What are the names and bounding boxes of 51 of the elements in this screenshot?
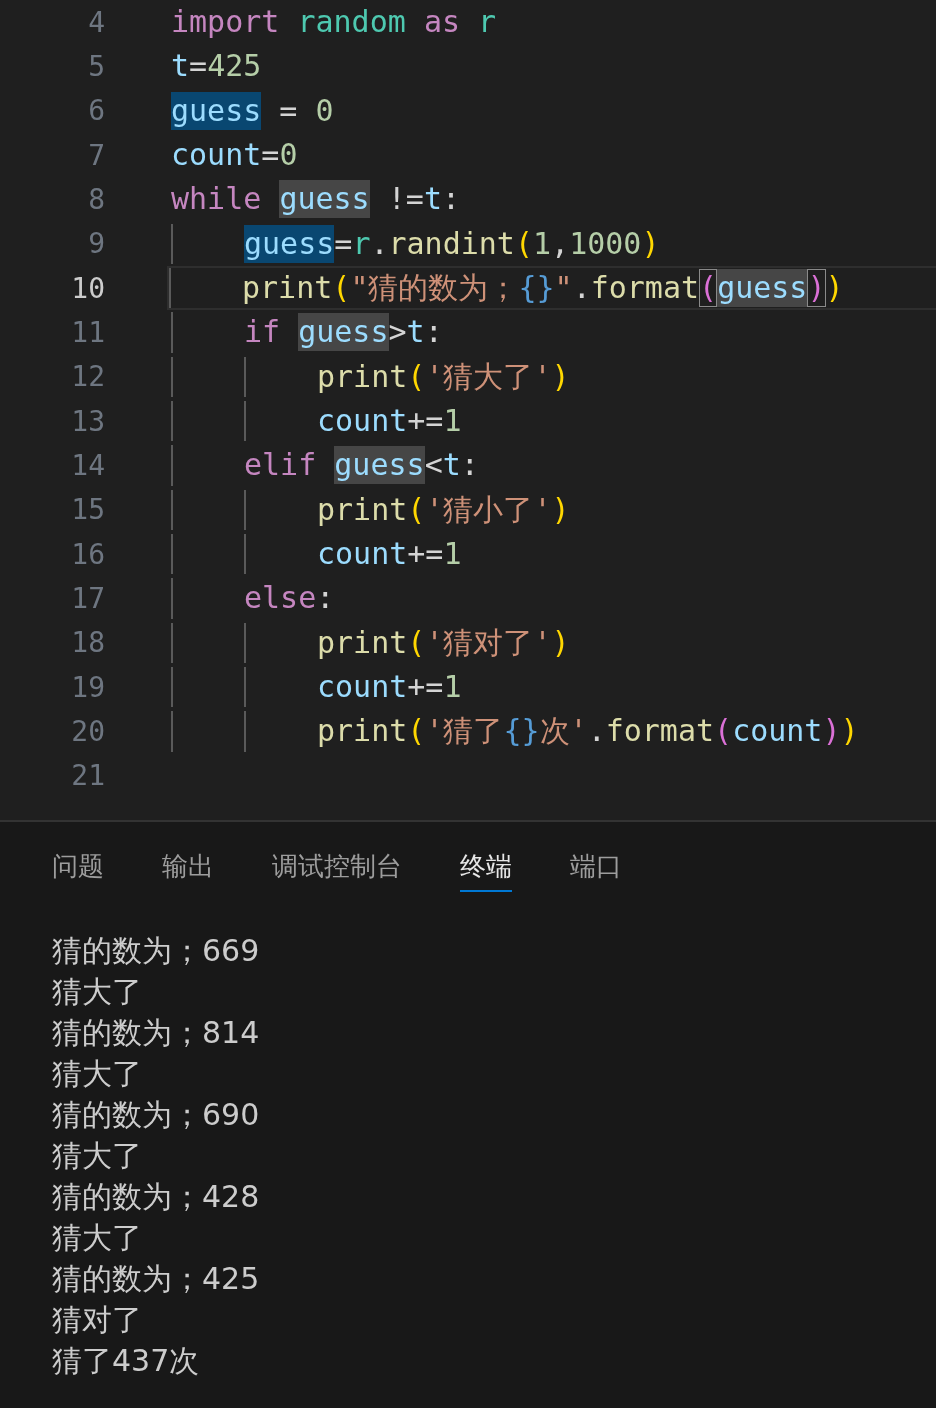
line-number: 19: [70, 670, 105, 704]
code-line: else:: [244, 579, 335, 618]
line-number: 18: [70, 626, 105, 660]
terminal-line: 猜的数为；669: [52, 932, 261, 970]
line-number: 14: [70, 448, 105, 482]
code-line: print('猜小了'): [317, 490, 570, 529]
line-number: 8: [87, 182, 105, 216]
line-number: 12: [70, 360, 105, 394]
line-number: 17: [70, 581, 105, 615]
line-number: 13: [70, 404, 105, 438]
panel-tab[interactable]: 问题: [52, 848, 104, 892]
panel-tab[interactable]: 终端: [460, 848, 512, 892]
code-line: elif guess<t:: [244, 445, 479, 486]
line-number: 11: [70, 315, 105, 349]
terminal-line: 猜大了: [52, 1219, 143, 1257]
panel-tab[interactable]: 输出: [162, 848, 214, 892]
line-number: 5: [87, 50, 105, 83]
line-number: 7: [87, 138, 105, 172]
line-number: 15: [70, 493, 105, 527]
panel-tab[interactable]: 调试控制台: [272, 848, 402, 892]
code-line: print('猜大了'): [317, 357, 570, 396]
terminal-line: 猜的数为；814: [52, 1014, 261, 1052]
code-line: guess = 0: [171, 90, 334, 131]
terminal-line: 猜大了: [52, 973, 143, 1011]
line-number: 6: [87, 94, 105, 128]
terminal-line: 猜的数为；428: [52, 1178, 261, 1216]
terminal-line: 猜的数为；425: [52, 1260, 261, 1298]
code-line: while guess !=t:: [171, 179, 460, 220]
line-number: 20: [70, 714, 105, 748]
line-number: 10: [70, 271, 105, 305]
line-number: 16: [70, 537, 105, 571]
code-line: guess=r.randint(1,1000): [244, 223, 660, 264]
terminal-line: 猜的数为；690: [52, 1096, 261, 1134]
code-line: print("猜的数为；{}".format(guess)): [242, 268, 844, 309]
code-line: if guess>t:: [244, 312, 443, 353]
code-line: print('猜对了'): [317, 623, 570, 662]
line-number: 4: [87, 5, 105, 39]
code-line: count+=1: [317, 535, 462, 574]
code-line: count=0: [171, 136, 298, 175]
code-line: count+=1: [317, 668, 462, 707]
panel-tab[interactable]: 端口: [570, 848, 622, 892]
terminal-line: 猜了437次: [52, 1342, 201, 1380]
code-line: count+=1: [317, 402, 462, 441]
code-line: print('猜了{}次'.format(count)): [317, 712, 859, 751]
line-number: 9: [87, 227, 105, 261]
code-line: import random as r: [171, 3, 497, 42]
terminal-line: 猜对了: [52, 1301, 143, 1339]
terminal-line: 猜大了: [52, 1055, 143, 1093]
code-line: t=425: [171, 47, 262, 86]
terminal-line: 猜大了: [52, 1137, 143, 1175]
line-number: 21: [70, 759, 105, 793]
